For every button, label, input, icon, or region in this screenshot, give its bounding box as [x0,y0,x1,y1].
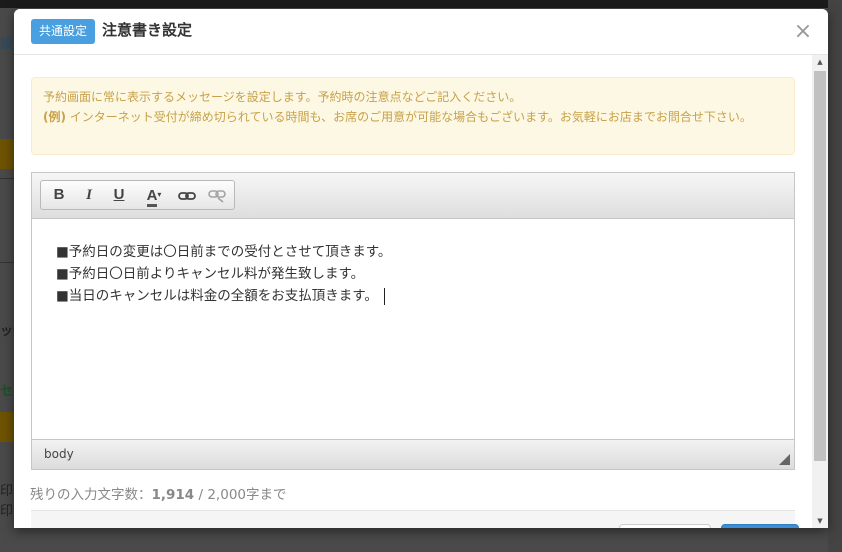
unlink-icon [208,189,226,203]
font-color-button[interactable]: A▾ [141,185,167,207]
editor-content-area[interactable]: ■予約日の変更は〇日前までの受付とさせて頂きます。 ■予約日〇日前よりキャンセル… [32,219,794,439]
counter-prefix: 残りの入力文字数： [30,487,152,503]
chevron-down-icon: ▾ [157,190,162,199]
modal-scrollbar[interactable]: ▲ ▼ [812,55,828,528]
editor-status-bar: body [32,439,794,469]
modal-title: 注意書き設定 [102,21,193,39]
link-button[interactable] [177,185,197,205]
background-button-fragment [0,412,14,442]
counter-limit: 2,000字まで [207,487,287,503]
background-right-strip [828,0,842,552]
background-top-bar [0,0,842,8]
close-icon[interactable]: × [792,21,814,43]
background-divider [0,262,14,263]
bold-button[interactable]: B [49,185,69,205]
editor-toolbar: B I U A▾ [32,173,794,219]
cancel-button[interactable] [619,524,711,528]
notice-box: 予約画面に常に表示するメッセージを設定します。予約時の注意点などご記入ください。… [31,77,795,155]
resize-handle-icon[interactable] [779,454,790,465]
notice-example-label: (例) [43,110,66,124]
scrollbar-thumb[interactable] [814,71,826,461]
scroll-up-icon[interactable]: ▲ [812,55,828,69]
modal-footer [31,510,799,528]
formatting-button-group: B I U A▾ [40,180,235,210]
link-icon [178,191,196,200]
counter-separator: / [194,487,208,503]
font-color-icon: A [146,188,158,207]
modal-body: 予約画面に常に表示するメッセージを設定します。予約時の注意点などご記入ください。… [14,55,812,528]
rich-text-editor: B I U A▾ ■予約日の変更は〇日前までの受付とさせて頂きます。 ■予約日〇… [31,172,795,470]
notice-example-text: インターネット受付が締め切られている時間も、お席のご用意が可能な場合もございます… [65,110,752,124]
text-cursor [383,287,385,305]
scroll-down-icon[interactable]: ▼ [812,514,828,528]
content-line: ■予約日の変更は〇日前までの受付とさせて頂きます。 [56,244,392,260]
notice-description: 予約画面に常に表示するメッセージを設定します。予約時の注意点などご記入ください。 [43,90,522,104]
element-path[interactable]: body [44,447,74,461]
caution-settings-modal: 共通設定 注意書き設定 × 予約画面に常に表示するメッセージを設定します。予約時… [14,9,828,528]
character-counter: 残りの入力文字数：1,914 / 2,000字まで [30,483,287,503]
remaining-count: 1,914 [151,487,195,503]
content-line: ■予約日〇日前よりキャンセル料が発生致します。 [56,266,365,282]
unlink-button[interactable] [207,185,227,205]
italic-button[interactable]: I [79,185,99,205]
modal-header: 共通設定 注意書き設定 × [14,9,828,55]
content-line-text: ■当日のキャンセルは料金の全額をお支払頂きます。 [56,288,378,304]
underline-button[interactable]: U [109,185,129,205]
content-line: ■当日のキャンセルは料金の全額をお支払頂きます。 [56,285,770,307]
background-button-fragment [0,139,14,169]
common-settings-badge: 共通設定 [31,19,96,44]
background-divider [0,178,14,179]
notice-example: (例) インターネット受付が締め切られている時間も、お席のご用意が可能な場合もご… [43,107,783,127]
save-button[interactable] [721,524,799,528]
